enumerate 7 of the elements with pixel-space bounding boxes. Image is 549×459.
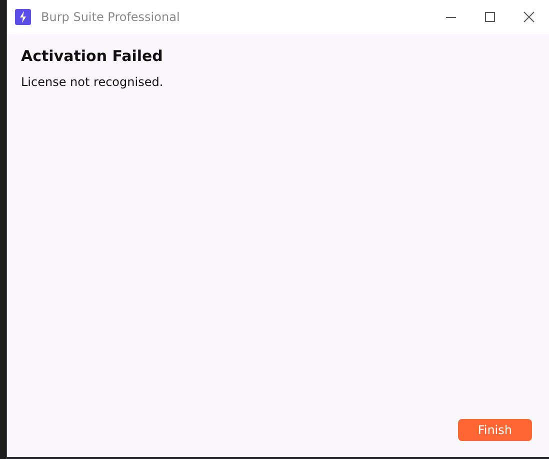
- error-message: License not recognised.: [21, 75, 164, 89]
- app-logo-icon: [15, 9, 31, 25]
- window-title: Burp Suite Professional: [41, 10, 180, 24]
- finish-button[interactable]: Finish: [458, 419, 532, 441]
- close-icon[interactable]: [523, 11, 535, 23]
- maximize-icon[interactable]: [484, 11, 496, 23]
- dialog-heading: Activation Failed: [21, 47, 164, 65]
